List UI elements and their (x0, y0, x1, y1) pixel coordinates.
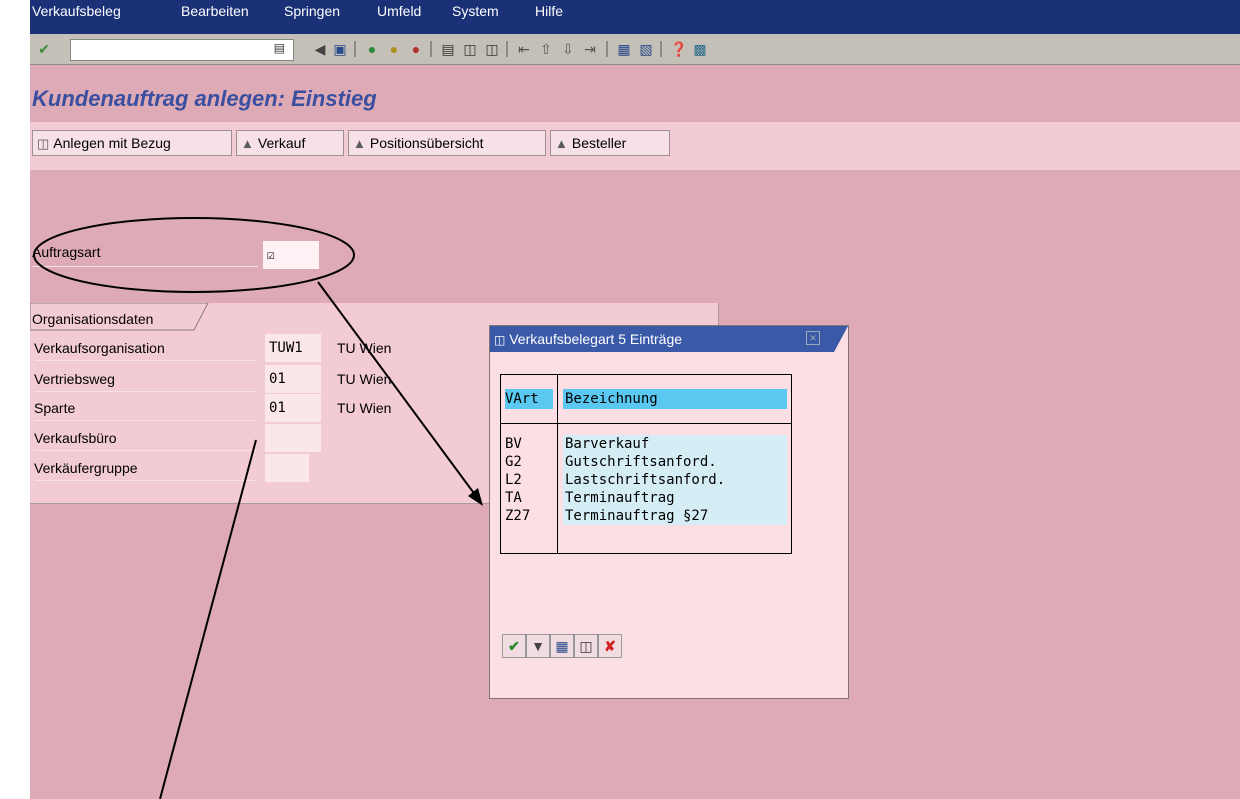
toolbar-separator (354, 41, 356, 57)
popup-titlebar[interactable]: ◫ Verkaufsbelegart 5 Einträge (490, 326, 848, 352)
button-label: Verkauf (257, 135, 306, 151)
sparte-input[interactable]: 01 (265, 394, 321, 422)
verkaufsbuero-input[interactable] (265, 424, 321, 452)
row-code[interactable]: L2 (505, 471, 522, 489)
exit-icon[interactable]: ● (386, 41, 402, 57)
anlegen-mit-bezug-button[interactable]: ◫ Anlegen mit Bezug (32, 130, 232, 156)
row-code[interactable]: G2 (505, 453, 522, 471)
help-icon[interactable]: ❓ (670, 41, 687, 57)
row-code[interactable]: TA (505, 489, 522, 507)
column-divider (557, 375, 558, 553)
menu-bearbeiten[interactable]: Bearbeiten (181, 3, 249, 19)
row-underline (34, 420, 256, 421)
row-name[interactable]: Lastschriftsanford. (563, 471, 787, 489)
first-page-icon[interactable]: ⇤ (516, 41, 532, 57)
auftragsart-label: Auftragsart (32, 244, 101, 260)
sap-window: Verkaufsbeleg Bearbeiten Springen Umfeld… (30, 0, 1240, 799)
menu-verkaufsbeleg[interactable]: Verkaufsbeleg (32, 3, 121, 19)
group-title: Organisationsdaten (32, 311, 154, 327)
row-underline (34, 391, 256, 392)
titlebar-corner (820, 326, 848, 352)
verkaufsbuero-label: Verkaufsbüro (34, 430, 117, 446)
row-underline (34, 450, 256, 451)
next-page-icon[interactable]: ⇩ (560, 41, 576, 57)
column-header-vart[interactable]: VArt (505, 389, 553, 409)
vertriebsweg-desc: TU Wien (337, 371, 392, 387)
person-icon: ▲ (555, 136, 568, 151)
toolbar-separator (506, 41, 508, 57)
button-label: Positionsübersicht (369, 135, 484, 151)
vertriebsweg-input[interactable]: 01 (265, 365, 321, 393)
value-help-popup: ◫ Verkaufsbelegart 5 Einträge ✕ VArt Bez… (489, 325, 849, 699)
layout-menu-icon[interactable]: ▩ (692, 41, 708, 57)
sparte-label: Sparte (34, 400, 76, 416)
close-icon[interactable]: ✕ (806, 331, 820, 345)
page-title: Kundenauftrag anlegen: Einstieg (32, 86, 377, 111)
verkaufsorganisation-label: Verkaufsorganisation (34, 340, 165, 356)
find-next-icon[interactable]: ◫ (484, 41, 500, 57)
value-help-table: VArt Bezeichnung BV Barverkauf G2 Gutsch… (500, 374, 792, 554)
header-divider (501, 423, 791, 424)
positionsuebersicht-button[interactable]: ▲ Positionsübersicht (348, 130, 546, 156)
menu-bar: Verkaufsbeleg Bearbeiten Springen Umfeld… (30, 0, 1240, 34)
filter-icon[interactable]: ▼ (526, 634, 550, 658)
row-name[interactable]: Barverkauf (563, 435, 787, 453)
row-code: BV (505, 436, 522, 452)
toolbar-separator (430, 41, 432, 57)
last-page-icon[interactable]: ⇥ (582, 41, 598, 57)
find-icon[interactable]: ◫ (574, 634, 598, 658)
find-icon[interactable]: ◫ (462, 41, 478, 57)
menu-system[interactable]: System (452, 3, 499, 19)
person-icon: ▲ (353, 136, 366, 151)
table-row[interactable]: BV (505, 435, 522, 453)
popup-title: Verkaufsbelegart 5 Einträge (509, 331, 683, 347)
besteller-button[interactable]: ▲ Besteller (550, 130, 670, 156)
row-name[interactable]: Gutschriftsanford. (563, 453, 787, 471)
application-toolbar: ◫ Anlegen mit Bezug ▲ Verkauf ▲ Positionsüb… (30, 122, 1240, 170)
choose-icon[interactable]: ▦ (550, 634, 574, 658)
save-icon[interactable]: ▣ (332, 41, 348, 57)
vertriebsweg-label: Vertriebsweg (34, 371, 115, 387)
new-session-icon[interactable]: ▦ (616, 41, 632, 57)
button-label: Besteller (571, 135, 627, 151)
person-icon: ▲ (241, 136, 254, 151)
back-triangle-icon[interactable]: ◀ (312, 41, 328, 57)
row-underline (34, 360, 256, 361)
column-header-bezeichnung[interactable]: Bezeichnung (563, 389, 787, 409)
menu-springen[interactable]: Springen (284, 3, 340, 19)
row-name[interactable]: Terminauftrag §27 (563, 507, 787, 525)
print-icon[interactable]: ▤ (440, 41, 456, 57)
history-icon[interactable]: ▤ (274, 41, 285, 55)
cancel-icon[interactable]: ✘ (598, 634, 622, 658)
auftragsart-input[interactable]: ☑ (263, 241, 319, 269)
enter-icon[interactable]: ✔ (36, 41, 52, 57)
previous-page-icon[interactable]: ⇧ (538, 41, 554, 57)
verkaeufergruppe-input[interactable] (265, 454, 309, 482)
row-code[interactable]: Z27 (505, 507, 530, 525)
row-underline (34, 480, 256, 481)
verkaeufergruppe-label: Verkäufergruppe (34, 460, 138, 476)
toolbar-separator (660, 41, 662, 57)
sparte-desc: TU Wien (337, 400, 392, 416)
back-icon[interactable]: ● (364, 41, 380, 57)
cancel-icon[interactable]: ● (408, 41, 424, 57)
menu-hilfe[interactable]: Hilfe (535, 3, 563, 19)
menu-umfeld[interactable]: Umfeld (377, 3, 421, 19)
button-label: Anlegen mit Bezug (53, 135, 171, 151)
required-checkbox-icon: ☑ (267, 248, 275, 263)
popup-window-icon: ◫ (494, 333, 506, 347)
row-underline (32, 266, 258, 267)
standard-toolbar: ✔ ▤ ◀ ▣ ● ● ● ▤ ◫ ◫ ⇤ ⇧ ⇩ ⇥ ▦ ▧ ❓ ▩ (30, 34, 1240, 65)
copy-icon: ◫ (37, 136, 50, 151)
verkaufsorganisation-input[interactable]: TUW1 (265, 334, 321, 362)
verkauf-button[interactable]: ▲ Verkauf (236, 130, 344, 156)
shortcut-icon[interactable]: ▧ (638, 41, 654, 57)
verkaufsorganisation-desc: TU Wien (337, 340, 392, 356)
toolbar-separator (606, 41, 608, 57)
confirm-icon[interactable]: ✔ (502, 634, 526, 658)
row-name[interactable]: Terminauftrag (563, 489, 787, 507)
command-field[interactable]: ▤ (70, 39, 294, 61)
